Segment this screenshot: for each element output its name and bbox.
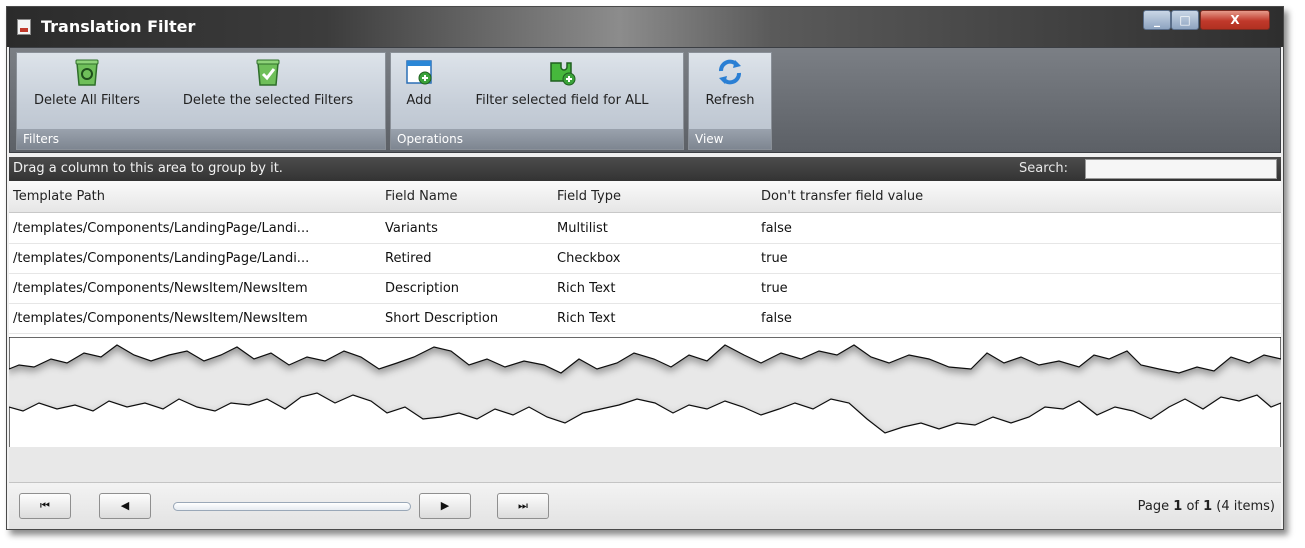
cell-template-path: /templates/Components/LandingPage/Landi.…: [13, 221, 310, 236]
window-add-icon: [406, 60, 432, 85]
cell-field-type: Checkbox: [557, 251, 621, 266]
cell-field-name: Description: [385, 281, 460, 296]
table-row[interactable]: /templates/Components/NewsItem/NewsItem …: [9, 304, 1281, 334]
page-info: Page 1 of 1 (4 items): [1138, 483, 1275, 530]
document-icon: [17, 19, 31, 35]
first-page-icon: ⏮: [40, 499, 50, 512]
translation-filter-window: Translation Filter _ □ X Delete All Filt…: [6, 6, 1284, 530]
delete-all-filters-button[interactable]: Delete All Filters: [23, 57, 151, 108]
next-page-button[interactable]: ▶: [419, 493, 471, 519]
pager-bar: ⏮ ◀ ▶ ⏭ Page 1 of 1 (4 items): [9, 482, 1281, 529]
filter-selected-field-button[interactable]: Filter selected field for ALL: [449, 57, 675, 108]
page-slider[interactable]: [173, 502, 411, 511]
filters-group-label: Filters: [17, 129, 385, 149]
column-header-field-name[interactable]: Field Name: [385, 181, 458, 213]
refresh-button[interactable]: Refresh: [695, 57, 765, 108]
total-pages: 1: [1203, 499, 1213, 514]
grid-header: Template Path Field Name Field Type Don'…: [9, 181, 1281, 213]
view-group-label: View: [689, 129, 771, 149]
column-header-template-path[interactable]: Template Path: [13, 181, 105, 213]
filter-grid: Drag a column to this area to group by i…: [9, 157, 1281, 529]
cell-dont-transfer: false: [761, 311, 792, 326]
cell-field-type: Rich Text: [557, 281, 616, 296]
cell-field-name: Variants: [385, 221, 438, 236]
previous-page-icon: ◀: [120, 499, 130, 512]
minimize-button[interactable]: _: [1143, 10, 1171, 30]
add-label: Add: [406, 93, 432, 108]
cell-dont-transfer: true: [761, 281, 788, 296]
first-page-button[interactable]: ⏮: [19, 493, 71, 519]
cell-template-path: /templates/Components/NewsItem/NewsItem: [13, 281, 308, 296]
cell-template-path: /templates/Components/LandingPage/Landi.…: [13, 251, 310, 266]
delete-selected-filters-label: Delete the selected Filters: [182, 93, 354, 108]
cell-field-name: Short Description: [385, 311, 499, 326]
previous-page-button[interactable]: ◀: [99, 493, 151, 519]
operations-group: Add Filter selected field for ALL Operat…: [390, 52, 684, 150]
search-label: Search:: [1019, 161, 1069, 176]
cell-field-type: Multilist: [557, 221, 608, 236]
delete-all-filters-label: Delete All Filters: [33, 93, 141, 108]
recycle-bin-check-icon: [256, 59, 280, 86]
view-group: Refresh View: [688, 52, 772, 150]
last-page-button[interactable]: ⏭: [497, 493, 549, 519]
cell-dont-transfer: false: [761, 221, 792, 236]
operations-group-label: Operations: [391, 129, 683, 149]
filter-selected-field-label: Filter selected field for ALL: [475, 93, 649, 108]
refresh-label: Refresh: [705, 93, 755, 108]
page-of: of: [1182, 499, 1204, 514]
window-title: Translation Filter: [41, 17, 196, 36]
column-header-field-type[interactable]: Field Type: [557, 181, 621, 213]
refresh-icon: [719, 59, 741, 85]
table-row[interactable]: /templates/Components/LandingPage/Landi.…: [9, 214, 1281, 244]
torn-edge-divider: [9, 337, 1281, 482]
cell-field-name: Retired: [385, 251, 432, 266]
search-input[interactable]: [1085, 159, 1277, 179]
cell-field-type: Rich Text: [557, 311, 616, 326]
next-page-icon: ▶: [440, 499, 450, 512]
cell-dont-transfer: true: [761, 251, 788, 266]
recycle-bin-icon: [75, 59, 99, 86]
title-bar[interactable]: Translation Filter _ □ X: [7, 7, 1283, 47]
table-row[interactable]: /templates/Components/LandingPage/Landi.…: [9, 244, 1281, 274]
group-by-hint: Drag a column to this area to group by i…: [13, 161, 283, 176]
last-page-icon: ⏭: [518, 499, 528, 512]
cell-template-path: /templates/Components/NewsItem/NewsItem: [13, 311, 308, 326]
table-row[interactable]: /templates/Components/NewsItem/NewsItem …: [9, 274, 1281, 304]
current-page: 1: [1173, 499, 1183, 514]
delete-selected-filters-button[interactable]: Delete the selected Filters: [163, 57, 373, 108]
item-count: (4 items): [1212, 499, 1275, 514]
column-header-dont-transfer[interactable]: Don't transfer field value: [761, 181, 923, 213]
ribbon-toolbar: Delete All Filters Delete the selected F…: [9, 47, 1281, 153]
filters-group: Delete All Filters Delete the selected F…: [16, 52, 386, 150]
close-button[interactable]: X: [1200, 10, 1270, 30]
add-button[interactable]: Add: [399, 57, 439, 108]
puzzle-add-icon: [550, 62, 576, 86]
page-prefix: Page: [1137, 499, 1174, 514]
maximize-button[interactable]: □: [1171, 10, 1199, 30]
